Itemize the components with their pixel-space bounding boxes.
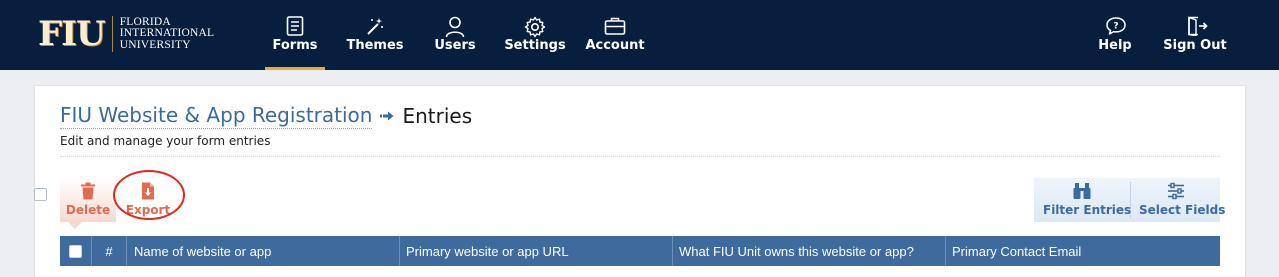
column-header-contact-email[interactable]: Primary Contact Email bbox=[946, 236, 1220, 266]
logo-mark: FIU bbox=[38, 14, 106, 54]
nav-account[interactable]: Account bbox=[585, 0, 645, 70]
gear-icon bbox=[524, 16, 546, 38]
nav-users[interactable]: Users bbox=[432, 0, 478, 70]
binoculars-icon bbox=[1073, 183, 1091, 199]
nav-forms[interactable]: Forms bbox=[265, 0, 325, 70]
nav-themes-label: Themes bbox=[346, 38, 404, 53]
column-header-number[interactable]: # bbox=[92, 236, 127, 266]
forms-icon bbox=[286, 16, 304, 36]
select-fields-label: Select Fields bbox=[1139, 203, 1226, 217]
top-navigation-bar: FIU FLORIDA INTERNATIONAL UNIVERSITY For… bbox=[0, 0, 1279, 70]
nav-themes[interactable]: Themes bbox=[346, 0, 404, 70]
nav-help[interactable]: ? Help bbox=[1098, 0, 1132, 70]
breadcrumb-form-link[interactable]: FIU Website & App Registration bbox=[60, 103, 373, 129]
logo-wordmark: FLORIDA INTERNATIONAL UNIVERSITY bbox=[119, 16, 215, 52]
nav-sign-out[interactable]: Sign Out bbox=[1163, 0, 1227, 70]
select-all-cell bbox=[60, 236, 92, 266]
nav-forms-label: Forms bbox=[272, 38, 318, 53]
nav-sign-out-label: Sign Out bbox=[1163, 38, 1227, 53]
nav-account-label: Account bbox=[585, 38, 645, 53]
select-all-checkbox[interactable] bbox=[69, 244, 82, 258]
breadcrumb: FIU Website & App Registration Entries bbox=[60, 103, 472, 129]
active-tab-indicator bbox=[265, 67, 325, 70]
logo-line-3: UNIVERSITY bbox=[119, 38, 191, 51]
magic-wand-icon bbox=[367, 18, 383, 35]
help-bubble-icon: ? bbox=[1106, 17, 1126, 35]
export-highlight-annotation bbox=[113, 170, 185, 220]
filter-entries-label: Filter Entries bbox=[1043, 203, 1132, 217]
column-header-url[interactable]: Primary website or app URL bbox=[400, 236, 673, 266]
nav-settings[interactable]: Settings bbox=[504, 0, 566, 70]
arrow-right-icon bbox=[380, 111, 394, 121]
delete-button[interactable]: Delete bbox=[60, 178, 116, 222]
page-subtitle: Edit and manage your form entries bbox=[60, 134, 271, 148]
user-icon bbox=[445, 16, 465, 38]
fiu-logo[interactable]: FIU FLORIDA INTERNATIONAL UNIVERSITY bbox=[38, 16, 214, 52]
svg-text:?: ? bbox=[1113, 22, 1118, 32]
sliders-icon bbox=[1168, 182, 1184, 200]
page-title: Entries bbox=[402, 104, 473, 128]
sign-out-icon bbox=[1188, 16, 1208, 36]
column-header-name[interactable]: Name of website or app bbox=[127, 236, 400, 266]
nav-help-label: Help bbox=[1098, 38, 1132, 53]
filter-entries-button[interactable]: Filter Entries bbox=[1034, 178, 1132, 222]
trash-icon bbox=[81, 182, 95, 200]
column-header-unit[interactable]: What FIU Unit owns this website or app? bbox=[673, 236, 946, 266]
entries-table-header: # Name of website or app Primary website… bbox=[60, 236, 1220, 266]
row-checkbox[interactable] bbox=[34, 188, 47, 201]
entries-tools: Filter Entries Select Fields bbox=[1034, 178, 1225, 222]
header-divider bbox=[60, 156, 1220, 157]
nav-users-label: Users bbox=[434, 38, 476, 53]
delete-button-pointer bbox=[68, 222, 82, 229]
nav-settings-label: Settings bbox=[504, 38, 566, 53]
entries-panel: FIU Website & App Registration Entries E… bbox=[35, 86, 1245, 277]
delete-label: Delete bbox=[65, 203, 111, 217]
logo-divider bbox=[111, 16, 113, 52]
briefcase-icon bbox=[604, 17, 626, 35]
select-fields-button[interactable]: Select Fields bbox=[1131, 178, 1225, 222]
